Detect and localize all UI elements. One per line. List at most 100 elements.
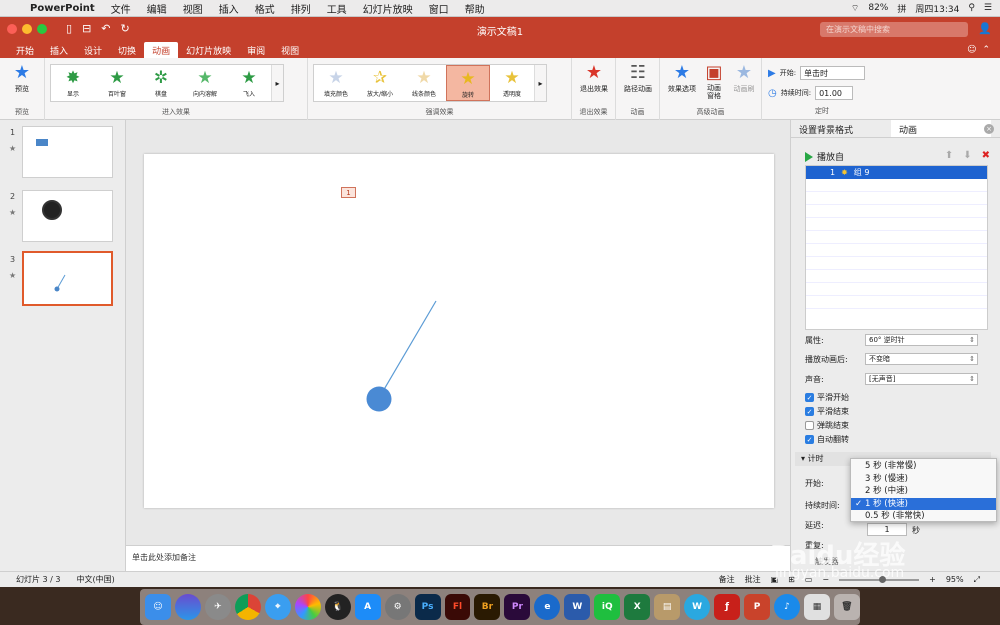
wifi-icon[interactable]: ⌔ (851, 3, 859, 14)
tab-view[interactable]: 视图 (273, 42, 307, 58)
duration-option[interactable]: 3 秒 (慢速) (851, 473, 996, 486)
duration-stepper[interactable]: 01.00 (815, 86, 854, 100)
appstore-icon[interactable]: A (354, 594, 381, 620)
smooth-start-checkbox[interactable]: ✓ 平滑开始 (805, 392, 849, 403)
tab-transitions[interactable]: 切换 (110, 42, 144, 58)
chrome-icon[interactable] (234, 594, 261, 620)
zoom-in-icon[interactable]: + (929, 575, 936, 584)
tab-home[interactable]: 开始 (8, 42, 42, 58)
menu-edit[interactable]: 编辑 (139, 1, 175, 16)
slide-thumb-2[interactable] (22, 190, 113, 242)
menu-arrange[interactable]: 排列 (283, 1, 319, 16)
gallery-more-icon[interactable]: ▸ (271, 65, 283, 101)
gallery-more-icon[interactable]: ▸ (534, 65, 546, 101)
menu-file[interactable]: 文件 (103, 1, 139, 16)
start-select[interactable]: 单击时 (800, 66, 866, 80)
pendulum-bob[interactable] (366, 386, 392, 412)
delete-icon[interactable]: ✖ (982, 150, 990, 161)
preview-icon[interactable]: ▦ (803, 594, 830, 620)
smooth-end-checkbox[interactable]: ✓ 平滑结束 (805, 406, 849, 417)
tab-animation-pane[interactable]: 动画 (891, 120, 991, 137)
tab-review[interactable]: 审阅 (239, 42, 273, 58)
slide-thumb-3[interactable] (22, 251, 113, 306)
effect-transparency[interactable]: ★ 透明度 (490, 65, 534, 101)
collapse-ribbon-icon[interactable]: ⌃ (982, 45, 990, 55)
effect-grow-shrink[interactable]: ✰ 放大/缩小 (358, 65, 402, 101)
notes-toggle[interactable]: 备注 (719, 574, 735, 585)
duration-option[interactable]: 0.5 秒 (非常快) (851, 510, 996, 523)
effect-spin[interactable]: ★ 旋转 (446, 65, 490, 101)
archive-icon[interactable]: ▤ (654, 594, 681, 620)
property-select[interactable]: 60° 逆时针 (865, 334, 978, 346)
duration-option[interactable]: 2 秒 (中速) (851, 485, 996, 498)
pendulum-rod[interactable] (378, 300, 437, 399)
tab-background-format[interactable]: 设置背景格式 (791, 120, 891, 137)
bridge-icon[interactable]: Br (474, 594, 501, 620)
effect-checkerboard[interactable]: ✲ 棋盘 (139, 65, 183, 101)
current-slide[interactable]: 1 (144, 154, 774, 508)
safari-icon[interactable]: ⌖ (264, 594, 291, 620)
duration-option[interactable]: 5 秒 (非常慢) (851, 460, 996, 473)
tab-design[interactable]: 设计 (76, 42, 110, 58)
effect-fill-color[interactable]: ★ 填充颜色 (314, 65, 358, 101)
flash-icon[interactable]: Fl (444, 594, 471, 620)
browser-icon[interactable]: e (534, 594, 561, 620)
menu-insert[interactable]: 插入 (211, 1, 247, 16)
flashplayer-icon[interactable]: ƒ (714, 594, 741, 620)
menu-help[interactable]: 帮助 (457, 1, 493, 16)
bounce-end-checkbox[interactable]: 弹跳结束 (805, 420, 849, 431)
fit-slide-icon[interactable]: ⤢ (974, 575, 980, 585)
settings-icon[interactable]: ⚙ (384, 594, 411, 620)
premiere-icon[interactable]: Pr (504, 594, 531, 620)
finder-icon[interactable]: ☺ (145, 594, 171, 620)
effect-blinds[interactable]: ★ 百叶窗 (95, 65, 139, 101)
after-animation-select[interactable]: 不变暗 (865, 353, 978, 365)
music-icon[interactable]: ♪ (774, 594, 800, 620)
photoshop-icon[interactable]: Ps (414, 594, 441, 620)
auto-reverse-checkbox[interactable]: ✓ 自动翻转 (805, 434, 849, 445)
menu-format[interactable]: 格式 (247, 1, 283, 16)
qq-icon[interactable]: 🐧 (324, 594, 351, 620)
duration-option-selected[interactable]: 1 秒 (快速) (851, 497, 996, 510)
slide-thumb-1[interactable] (22, 126, 113, 178)
exit-effects-button[interactable]: ★ 退出效果 (574, 62, 614, 94)
photos-icon[interactable] (294, 594, 321, 620)
share-icon[interactable]: 👤 (978, 22, 992, 35)
comments-toggle[interactable]: 批注 (745, 574, 761, 585)
effect-fly-in[interactable]: ★ 飞入 (227, 65, 271, 101)
wps-icon[interactable]: W (684, 594, 711, 620)
path-animation-button[interactable]: ☷ 路径动画 (618, 62, 658, 94)
powerpoint-icon[interactable]: P (744, 594, 771, 620)
sound-select[interactable]: [无声音] (865, 373, 978, 385)
move-up-icon[interactable]: ⬆ (945, 150, 953, 161)
tab-slideshow[interactable]: 幻灯片放映 (178, 42, 239, 58)
language-indicator[interactable]: 中文(中国) (77, 574, 115, 585)
effect-dissolve[interactable]: ★ 向内溶解 (183, 65, 227, 101)
input-method-icon[interactable]: 拼 (897, 2, 906, 15)
search-icon[interactable]: ⚲ (968, 3, 975, 13)
play-from-button[interactable]: 播放自 (805, 150, 844, 163)
document-search-input[interactable]: 在演示文稿中搜索 (820, 22, 968, 37)
preview-button[interactable]: ★ 预览 (2, 62, 42, 94)
notes-field[interactable]: 单击此处添加备注 (126, 545, 790, 571)
siri-icon[interactable] (174, 594, 201, 620)
effect-appear[interactable]: ✸ 显示 (51, 65, 95, 101)
smiley-icon[interactable]: ☺ (967, 45, 976, 55)
close-icon[interactable]: × (984, 124, 994, 134)
tab-insert[interactable]: 插入 (42, 42, 76, 58)
excel-icon[interactable]: X (624, 594, 651, 620)
menu-slideshow[interactable]: 幻灯片放映 (355, 1, 421, 16)
zoom-level[interactable]: 95% (946, 575, 964, 584)
launchpad-icon[interactable]: ✈ (204, 594, 231, 620)
animation-item[interactable]: 1 ✸ 组 9 (806, 166, 987, 179)
app-menu[interactable]: PowerPoint (22, 3, 103, 14)
clock-text[interactable]: 周四13:34 (915, 2, 959, 15)
battery-text[interactable]: 82% (868, 3, 888, 13)
menu-window[interactable]: 窗口 (421, 1, 457, 16)
animation-painter-button[interactable]: ★ 动画刷 (724, 62, 764, 94)
tab-animations[interactable]: 动画 (144, 42, 179, 58)
menu-tools[interactable]: 工具 (319, 1, 355, 16)
pendulum-group[interactable] (144, 154, 774, 508)
notification-icon[interactable]: ☰ (984, 3, 992, 13)
word-icon[interactable]: W (564, 594, 591, 620)
